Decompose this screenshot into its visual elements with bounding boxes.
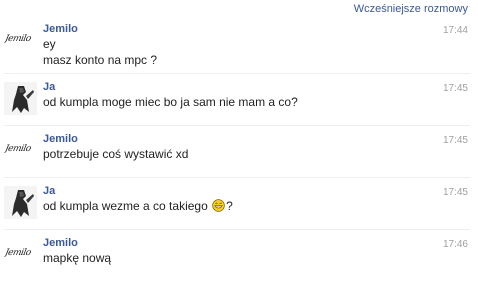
message-divider — [4, 229, 470, 230]
message-text-part: od kumpla wezme a co takiego — [43, 199, 212, 213]
message-divider — [4, 177, 470, 178]
earlier-conversations-link[interactable]: Wcześniejsze rozmowy — [354, 3, 468, 15]
message-body: Jemilo ey masz konto na mpc ? — [43, 22, 470, 80]
avatar[interactable] — [4, 186, 37, 219]
message-item: Ja od kumpla moge miec bo ja sam nie mam… — [0, 80, 478, 132]
message-author[interactable]: Ja — [43, 185, 470, 198]
message-text: od kumpla wezme a co takiego ? — [43, 198, 470, 214]
message-body: Jemilo mapkę nową — [43, 236, 470, 284]
message-timestamp: 17:46 — [442, 239, 468, 250]
message-item: Ja od kumpla wezme a co takiego ? 17:45 — [0, 184, 478, 236]
avatar-signature: Jemilo — [4, 144, 32, 154]
message-text: potrzebuje coś wystawić xd — [43, 147, 189, 161]
message-item: Jemilo Jemilo ey masz konto na mpc ? 17:… — [0, 22, 478, 80]
chat-log: Jemilo Jemilo ey masz konto na mpc ? 17:… — [0, 22, 478, 284]
message-author[interactable]: Jemilo — [43, 133, 470, 146]
avatar[interactable] — [4, 82, 37, 115]
message-author[interactable]: Jemilo — [43, 23, 470, 36]
message-divider — [4, 73, 470, 74]
avatar-figure-icon — [4, 82, 37, 115]
message-timestamp: 17:45 — [442, 187, 468, 198]
message-text: mapkę nową — [43, 251, 112, 265]
avatar-signature: Jemilo — [4, 248, 32, 258]
avatar-figure-icon — [4, 186, 37, 219]
message-author[interactable]: Jemilo — [43, 237, 470, 250]
message-item: Jemilo Jemilo potrzebuje coś wystawić xd… — [0, 132, 478, 184]
message-divider — [4, 125, 470, 126]
grin-icon — [212, 199, 225, 212]
avatar[interactable]: Jemilo — [4, 24, 37, 57]
message-text-part: ? — [226, 199, 233, 213]
message-timestamp: 17:44 — [442, 25, 468, 36]
message-author[interactable]: Ja — [43, 81, 470, 94]
message-text: od kumpla moge miec bo ja sam nie mam a … — [43, 95, 298, 109]
message-timestamp: 17:45 — [442, 135, 468, 146]
message-text: masz konto na mpc ? — [43, 53, 158, 67]
message-timestamp: 17:45 — [442, 83, 468, 94]
avatar[interactable]: Jemilo — [4, 238, 37, 271]
message-text: ey — [43, 37, 56, 51]
message-item: Jemilo Jemilo mapkę nową 17:46 — [0, 236, 478, 284]
avatar[interactable]: Jemilo — [4, 134, 37, 167]
avatar-signature: Jemilo — [4, 34, 32, 44]
